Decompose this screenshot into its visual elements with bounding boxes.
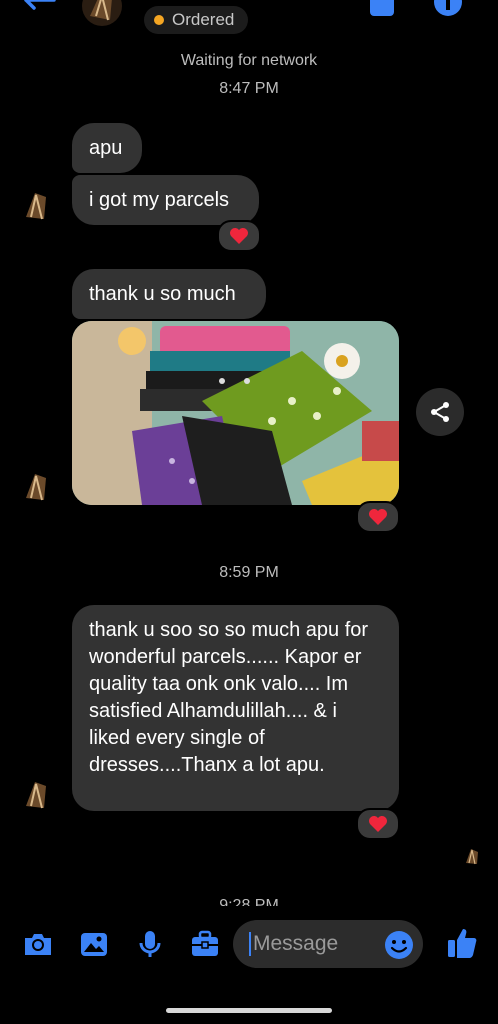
heart-icon xyxy=(230,228,248,244)
timestamp-partial-container: 9:28 PM xyxy=(0,896,498,906)
contact-avatar[interactable] xyxy=(18,776,54,812)
thumbs-up-icon[interactable] xyxy=(446,926,478,960)
fabric-photo xyxy=(72,321,399,505)
timestamp: 8:59 PM xyxy=(219,564,279,581)
timestamp: 8:47 PM xyxy=(219,80,279,97)
briefcase-icon[interactable] xyxy=(189,928,221,960)
message-bubble[interactable]: apu xyxy=(72,123,142,173)
status-dot-icon xyxy=(154,15,164,25)
reaction-badge[interactable] xyxy=(217,220,261,252)
message-bubble[interactable]: thank u soo so so much apu for wonderful… xyxy=(72,605,399,811)
call-icon[interactable] xyxy=(370,0,398,18)
gallery-icon[interactable] xyxy=(78,928,110,960)
contact-avatar[interactable] xyxy=(18,187,54,223)
timestamp: 9:28 PM xyxy=(219,897,279,906)
reaction-badge[interactable] xyxy=(356,808,400,840)
home-indicator xyxy=(166,1008,332,1013)
reaction-badge[interactable] xyxy=(356,501,400,533)
network-status: Waiting for network xyxy=(180,52,318,69)
info-icon[interactable] xyxy=(434,0,462,18)
camera-icon[interactable] xyxy=(22,928,54,960)
photo-attachment[interactable] xyxy=(72,321,399,505)
emoji-icon[interactable] xyxy=(384,930,414,960)
status-label: Ordered xyxy=(172,10,235,29)
heart-icon xyxy=(369,509,387,525)
contact-avatar[interactable] xyxy=(18,468,54,504)
message-bubble[interactable]: thank u so much xyxy=(72,269,266,319)
message-placeholder: Message xyxy=(253,932,339,955)
heart-icon xyxy=(369,816,387,832)
share-icon xyxy=(431,402,449,422)
status-badge: Ordered xyxy=(144,6,249,34)
contact-avatar[interactable] xyxy=(82,0,122,26)
microphone-icon[interactable] xyxy=(134,928,166,960)
text-caret xyxy=(249,932,251,956)
message-bubble[interactable]: i got my parcels xyxy=(72,175,259,225)
share-button[interactable] xyxy=(416,388,464,436)
back-arrow-icon[interactable] xyxy=(18,0,58,20)
read-receipt-avatar xyxy=(462,846,482,866)
